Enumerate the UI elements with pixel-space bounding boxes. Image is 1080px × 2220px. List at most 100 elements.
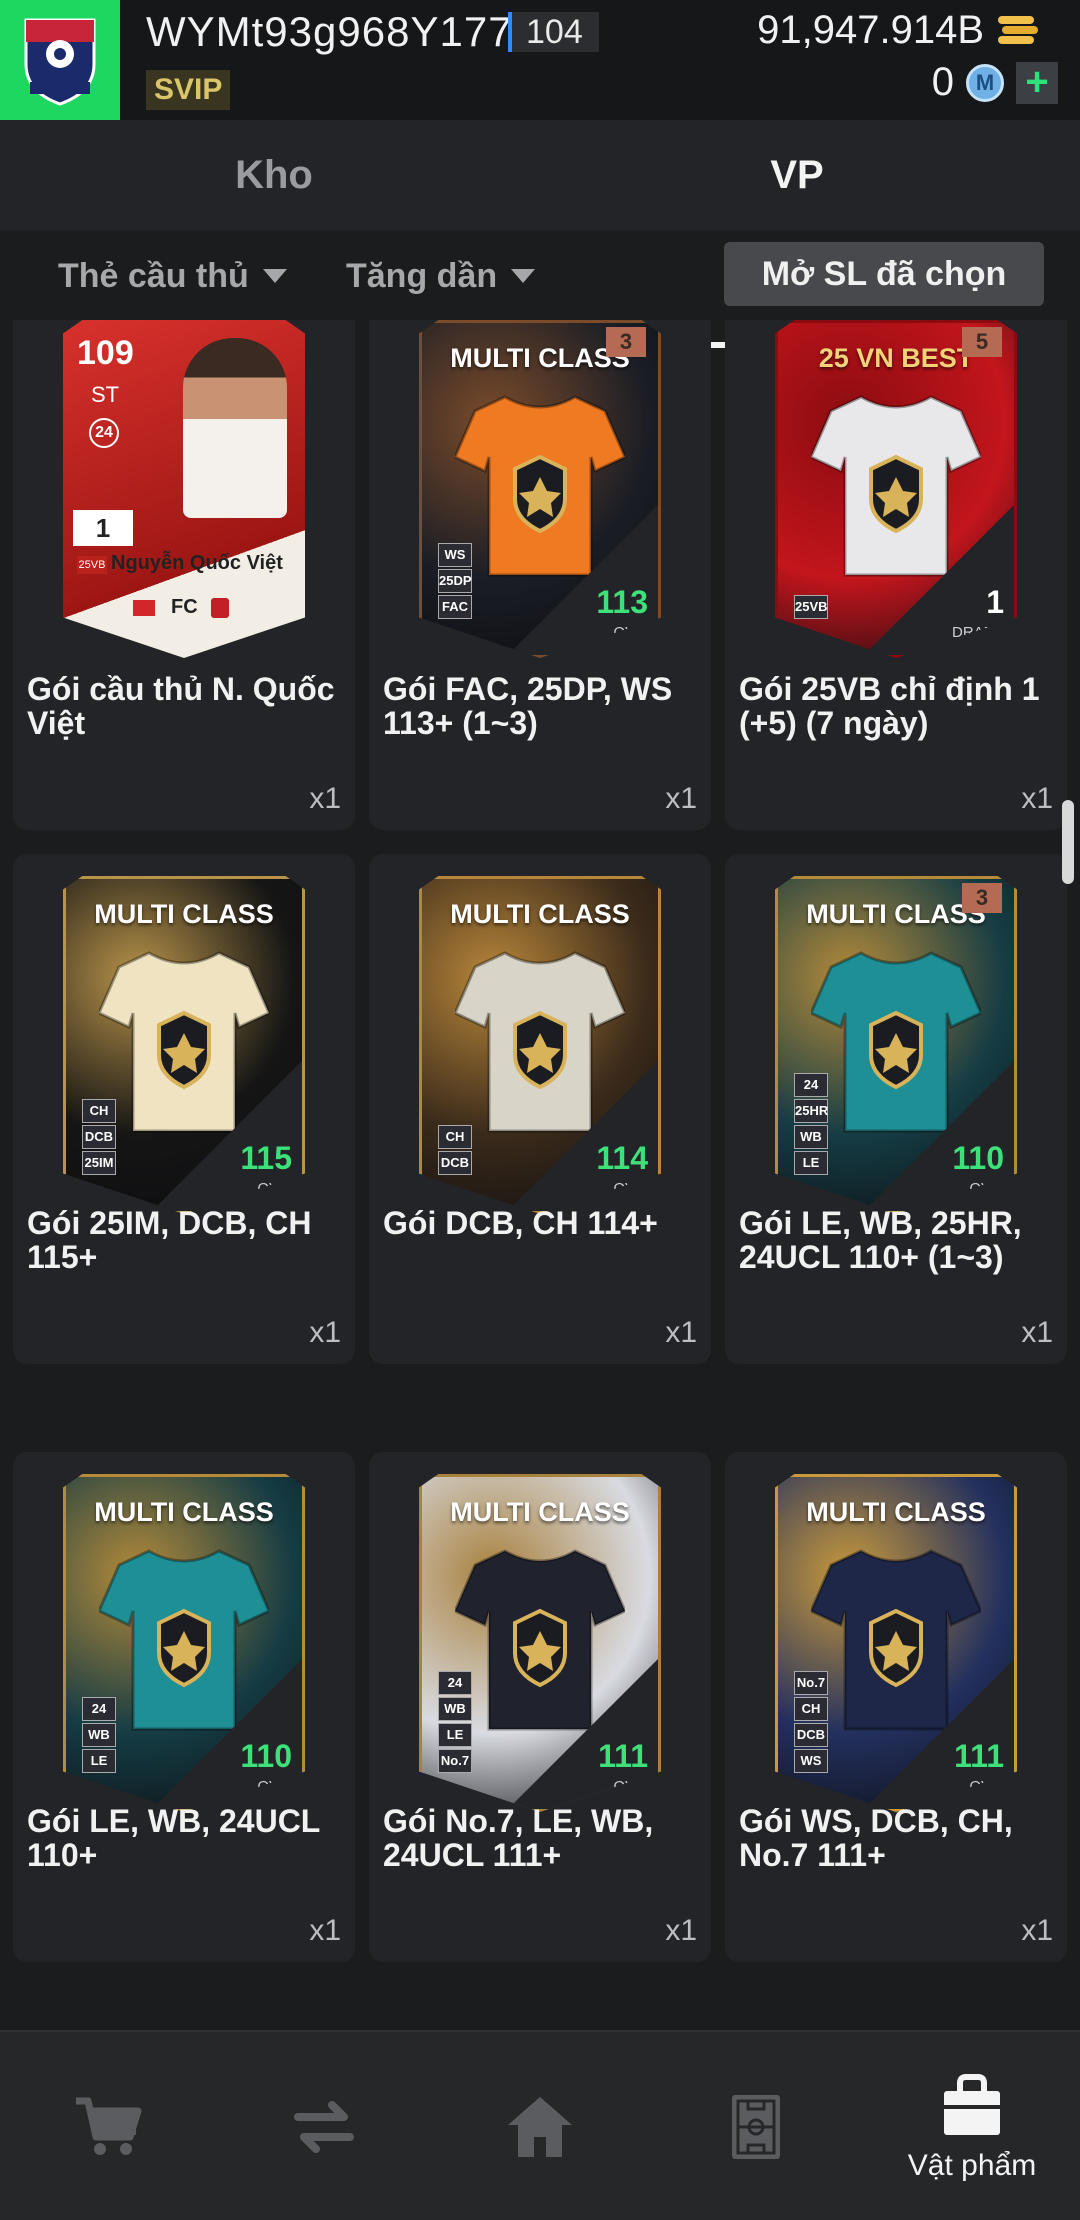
header: WYMt93g968Y177 104 SVIP 91,947.914B 0 M … (0, 0, 1080, 120)
card-tag: WB (438, 1697, 472, 1721)
card-tags: 24 WB LE (82, 1697, 116, 1773)
card-badge: 25VB (77, 556, 107, 574)
shirt-icon (811, 1549, 981, 1731)
nav-transfer[interactable] (216, 2032, 432, 2220)
item-name: Gói No.7, LE, WB, 24UCL 111+ (383, 1803, 654, 1873)
filter-type-dropdown[interactable]: Thẻ cầu thủ (58, 248, 287, 304)
card-tags: 25VB (794, 595, 828, 619)
scrollbar[interactable] (1062, 800, 1074, 884)
card-ovr-label: OVR (613, 1778, 646, 1795)
card-tags: 24 WB LE No.7 (438, 1671, 472, 1773)
item-card[interactable]: 25 VN BEST 5 25VB 1 DRAFT Gói 25VB chỉ đ… (725, 320, 1067, 830)
item-name: Gói 25VB chỉ định 1 (+5) (7 ngày) (739, 671, 1040, 741)
card-tag: LE (794, 1151, 828, 1175)
item-quantity: x1 (665, 1316, 697, 1349)
item-name: Gói DCB, CH 114+ (383, 1205, 658, 1241)
card-ovr: 115 (240, 1140, 292, 1176)
card-tag: No.7 (438, 1749, 472, 1773)
card-position: ST (91, 382, 120, 407)
coin-stack-icon (998, 16, 1038, 44)
item-card[interactable]: MULTI CLASS 24 WB LE 110 OVR Gói LE, WB, 2… (13, 1452, 355, 1962)
item-card[interactable]: 109 ST 24 1 25VB Nguyễn Quốc Việt FC Gói… (13, 320, 355, 830)
item-quantity: x1 (309, 1914, 341, 1947)
card-tag: WS (438, 543, 472, 567)
card-tags: WS 25DP FAC (438, 543, 472, 619)
tab-kho[interactable]: Kho (0, 120, 548, 230)
vip-badge: SVIP (146, 70, 231, 110)
home-icon (508, 2097, 572, 2157)
card-tag: WS (794, 1749, 828, 1773)
level-badge: 104 (508, 12, 599, 52)
card-ovr-label: DRAFT (952, 624, 1002, 641)
shirt-icon (811, 395, 981, 577)
card-tag: WB (82, 1723, 116, 1747)
item-name: Gói cầu thủ N. Quốc Việt (27, 671, 335, 741)
item-card-image: MULTI CLASS CH DCB 25IM 115 OVR (63, 876, 305, 1214)
card-tag: 24 (794, 1073, 828, 1097)
pack-card: 25 VN BEST 5 25VB 1 DRAFT (775, 320, 1017, 658)
sort-order-dropdown[interactable]: Tăng dần (346, 248, 536, 304)
club-logo[interactable] (0, 0, 120, 120)
item-card[interactable]: MULTI CLASS No.7 CH DCB WS 111 OVR Gói WS, … (725, 1452, 1067, 1962)
item-name: Gói 25IM, DCB, CH 115+ (27, 1205, 312, 1275)
card-tag: LE (82, 1749, 116, 1773)
item-card[interactable]: MULTI CLASS 3 WS 25DP FAC 113 OVR Gói FAC,… (369, 320, 711, 830)
nav-items[interactable]: Vật phẩm (864, 2032, 1080, 2220)
card-tags: CH DCB (438, 1125, 472, 1175)
nav-items-label: Vật phẩm (907, 2149, 1037, 2182)
card-tag: LE (438, 1723, 472, 1747)
sort-order-label: Tăng dần (346, 256, 498, 295)
item-name: Gói LE, WB, 25HR, 24UCL 110+ (1~3) (739, 1205, 1022, 1275)
item-card-image: 109 ST 24 1 25VB Nguyễn Quốc Việt FC (63, 320, 305, 658)
card-tag: DCB (82, 1125, 116, 1149)
player-photo (183, 338, 287, 518)
bottom-nav: Vật phẩm (0, 2030, 1080, 2220)
card-title: MULTI CLASS (450, 899, 630, 929)
pitch-icon (732, 2095, 780, 2159)
nav-home[interactable] (432, 2032, 648, 2220)
filter-type-label: Thẻ cầu thủ (58, 256, 249, 295)
item-quantity: x1 (309, 782, 341, 815)
item-name: Gói LE, WB, 24UCL 110+ (27, 1803, 320, 1873)
shield-icon (24, 18, 96, 106)
card-tag: DCB (794, 1723, 828, 1747)
card-tag: 24 (82, 1697, 116, 1721)
item-card[interactable]: MULTI CLASS 24 WB LE No.7 111 OVR Gói No.7,… (369, 1452, 711, 1962)
shirt-icon (99, 1549, 269, 1731)
shirt-icon (99, 951, 269, 1133)
item-card[interactable]: MULTI CLASS 3 24 25HR WB LE 110 OVR Gói LE,… (725, 854, 1067, 1364)
card-ovr: 1 (986, 584, 1004, 620)
shirt-icon (455, 1549, 625, 1731)
card-ovr: 109 (77, 334, 134, 372)
add-currency-button[interactable]: + (1016, 62, 1058, 104)
item-quantity: x1 (665, 1914, 697, 1947)
card-count-badge: 3 (606, 327, 646, 357)
tab-vp[interactable]: VP (548, 120, 1046, 230)
card-count-badge: 3 (962, 883, 1002, 913)
shirt-icon (811, 951, 981, 1133)
card-ovr: 111 (598, 1738, 648, 1774)
pack-card: MULTI CLASS 3 WS 25DP FAC 113 OVR (419, 320, 661, 658)
item-card[interactable]: MULTI CLASS CH DCB 25IM 115 OVR Gói 25IM, … (13, 854, 355, 1364)
nav-squad[interactable] (648, 2032, 864, 2220)
card-tag: CH (82, 1099, 116, 1123)
coin-balance: 91,947.914B (757, 8, 984, 52)
card-level: 1 (73, 510, 133, 546)
card-tag: 25IM (82, 1151, 116, 1175)
tab-bar: Kho VP (0, 120, 1080, 348)
card-ovr-label: OVR (257, 1180, 290, 1197)
player-card: 109 ST 24 1 25VB Nguyễn Quốc Việt FC (63, 320, 305, 658)
filter-bar: Thẻ cầu thủ Tăng dần Mở SL đã chọn (0, 230, 1080, 320)
item-card-image: MULTI CLASS 3 24 25HR WB LE 110 OVR (775, 876, 1017, 1214)
card-tag: FAC (438, 595, 472, 619)
item-quantity: x1 (1021, 1914, 1053, 1947)
card-tag: 25DP (438, 569, 472, 593)
nav-shop[interactable] (0, 2032, 216, 2220)
item-card[interactable]: MULTI CLASS CH DCB 114 OVR Gói DCB, CH 11… (369, 854, 711, 1364)
pack-card: MULTI CLASS 24 WB LE No.7 111 OVR (419, 1474, 661, 1812)
shirt-icon (455, 395, 625, 577)
item-card-image: MULTI CLASS CH DCB 114 OVR (419, 876, 661, 1214)
open-selected-button[interactable]: Mở SL đã chọn (724, 242, 1044, 306)
card-ovr-label: OVR (969, 1778, 1002, 1795)
shirt-icon (455, 951, 625, 1133)
